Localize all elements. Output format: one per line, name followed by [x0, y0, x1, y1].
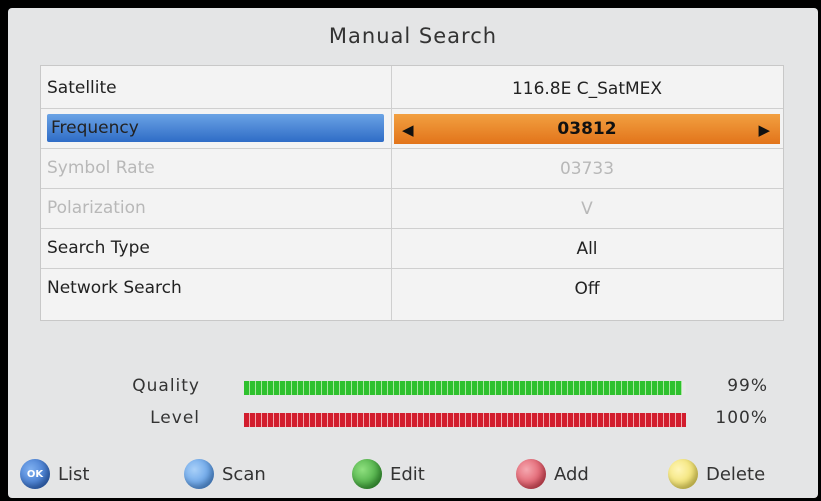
level-bar-fill — [244, 413, 686, 427]
row-value[interactable]: 116.8E C_SatMEX — [396, 72, 778, 106]
row-label: Frequency — [47, 114, 384, 142]
green-circle-icon — [352, 459, 382, 489]
add-button-label: Add — [554, 463, 589, 485]
quality-label: Quality — [132, 376, 200, 396]
quality-percent: 99% — [727, 376, 768, 396]
row-network-search[interactable]: Network Search Off — [41, 272, 783, 312]
page-title: Manual Search — [328, 23, 498, 48]
settings-table: Satellite 116.8E C_SatMEX Frequency ◀ 03… — [40, 65, 784, 321]
yellow-circle-icon — [668, 459, 698, 489]
right-arrow-icon[interactable]: ▶ — [758, 121, 770, 139]
row-satellite[interactable]: Satellite 116.8E C_SatMEX — [41, 72, 783, 112]
row-divider — [41, 148, 783, 149]
row-label: Search Type — [47, 238, 150, 258]
row-value: V — [581, 199, 593, 219]
delete-button-label: Delete — [706, 463, 766, 485]
row-divider — [41, 188, 783, 189]
row-label: Network Search — [47, 278, 182, 298]
row-value[interactable]: All — [396, 232, 778, 266]
manual-search-screen: Manual Search Satellite 116.8E C_SatMEX … — [8, 8, 818, 498]
ok-circle-icon: OK — [20, 459, 50, 489]
row-search-type[interactable]: Search Type All — [41, 232, 783, 272]
add-button[interactable]: Add — [516, 456, 589, 492]
scan-button[interactable]: Scan — [184, 456, 266, 492]
quality-bar-fill — [244, 381, 682, 395]
blue-circle-icon — [184, 459, 214, 489]
row-polarization: Polarization V — [41, 192, 783, 232]
row-divider — [41, 228, 783, 229]
row-value[interactable]: Off — [396, 272, 778, 306]
row-value: 03812 — [557, 119, 617, 139]
row-symbol-rate: Symbol Rate 03733 — [41, 152, 783, 192]
level-percent: 100% — [715, 408, 768, 428]
red-circle-icon — [516, 459, 546, 489]
row-frequency[interactable]: Frequency ◀ 03812 ▶ — [41, 112, 783, 152]
list-button[interactable]: OK List — [20, 456, 89, 492]
left-arrow-icon[interactable]: ◀ — [402, 121, 414, 139]
row-divider — [41, 268, 783, 269]
footer-button-bar: OK List Scan Edit Add Delete — [8, 454, 818, 498]
delete-button[interactable]: Delete — [668, 456, 765, 492]
list-button-label: List — [58, 463, 90, 485]
row-value: 03733 — [559, 159, 615, 179]
row-divider — [41, 108, 783, 109]
row-label: Satellite — [47, 78, 117, 98]
frequency-value-field[interactable]: ◀ 03812 ▶ — [394, 114, 780, 144]
row-label: Symbol Rate — [47, 158, 155, 178]
edit-button-label: Edit — [390, 463, 425, 485]
level-label: Level — [150, 408, 200, 428]
row-label: Polarization — [47, 198, 146, 218]
scan-button-label: Scan — [222, 463, 266, 485]
level-bar — [244, 413, 686, 427]
quality-bar — [244, 381, 686, 395]
edit-button[interactable]: Edit — [352, 456, 425, 492]
